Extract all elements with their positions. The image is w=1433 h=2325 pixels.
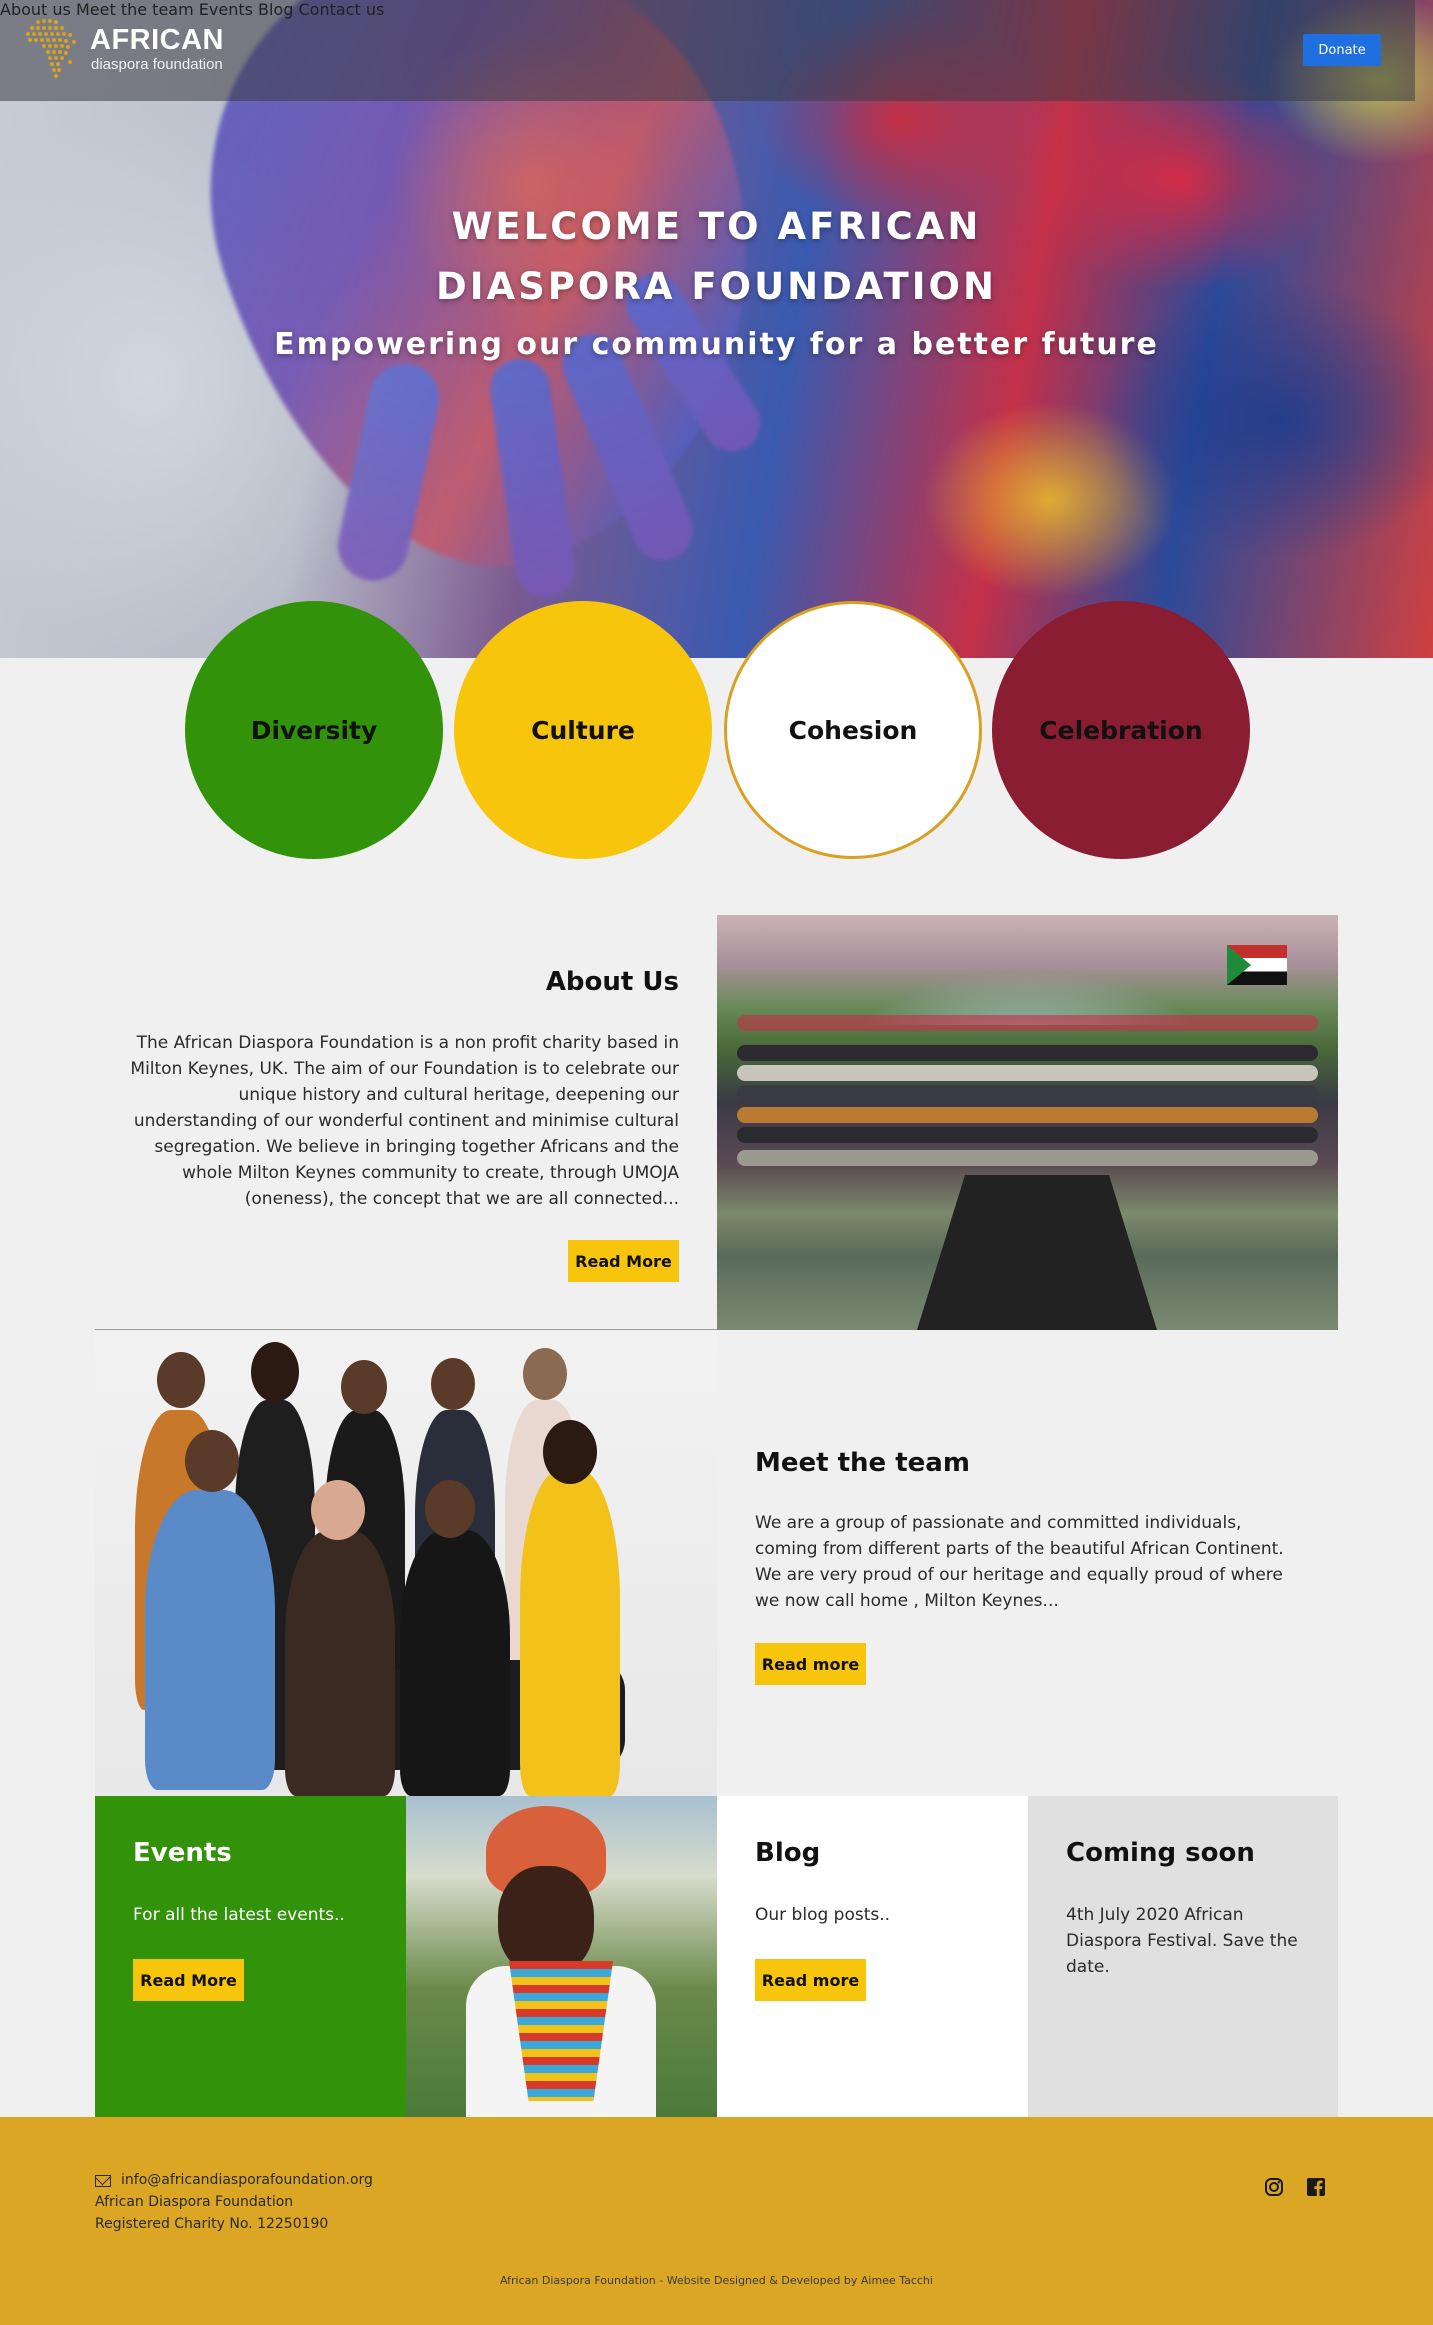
team-title: Meet the team: [755, 1448, 970, 1478]
logo-name: AFRICAN: [90, 24, 224, 56]
nav-contact-us[interactable]: Contact us: [299, 0, 385, 19]
about-section: About Us The African Diaspora Foundation…: [95, 915, 717, 1330]
about-body: The African Diaspora Foundation is a non…: [130, 1033, 679, 1209]
mail-icon: [95, 2175, 111, 2187]
footer-charity: Registered Charity No. 12250190: [95, 2216, 329, 2232]
footer: info@africandiasporafoundation.org Afric…: [0, 2117, 1433, 2325]
blog-title: Blog: [755, 1838, 821, 1868]
facebook-icon[interactable]: [1306, 2177, 1326, 2197]
value-circle-celebration: Celebration: [992, 601, 1250, 859]
hero-title-line1: WELCOME TO AFRICAN: [451, 205, 982, 248]
events-text: For all the latest events..: [133, 1905, 345, 1925]
footer-email[interactable]: info@africandiasporafoundation.org: [121, 2172, 373, 2188]
value-circle-culture: Culture: [454, 601, 712, 859]
hero-banner: AFRICAN diaspora foundation About us Mee…: [0, 0, 1433, 658]
team-section: Meet the team We are a group of passiona…: [717, 1330, 1338, 1796]
events-card: Events For all the latest events.. Read …: [95, 1796, 406, 2117]
africa-map-icon: [26, 19, 76, 78]
blog-card: Blog Our blog posts.. Read more: [717, 1796, 1028, 2117]
nav-blog[interactable]: Blog: [258, 0, 293, 19]
blog-text: Our blog posts..: [755, 1905, 891, 1925]
coming-soon-card: Coming soon 4th July 2020 African Diaspo…: [1028, 1796, 1338, 2117]
navbar: AFRICAN diaspora foundation About us Mee…: [0, 0, 1415, 101]
team-body: We are a group of passionate and committ…: [755, 1513, 1284, 1611]
coming-soon-title: Coming soon: [1066, 1838, 1255, 1868]
team-photo: [95, 1330, 717, 1796]
about-read-more-button[interactable]: Read More: [568, 1240, 679, 1282]
about-title: About Us: [545, 967, 679, 997]
team-read-more-button[interactable]: Read more: [755, 1643, 866, 1685]
events-read-more-button[interactable]: Read More: [133, 1959, 244, 2001]
flag-icon: [1227, 945, 1287, 985]
value-circle-diversity: Diversity: [185, 601, 443, 859]
coming-soon-text: 4th July 2020 African Diaspora Festival.…: [1066, 1905, 1298, 1977]
footer-org: African Diaspora Foundation: [95, 2194, 294, 2210]
instagram-icon[interactable]: [1264, 2177, 1284, 2197]
site-logo[interactable]: AFRICAN diaspora foundation: [24, 14, 224, 88]
community-event-photo: [717, 915, 1338, 1330]
donate-button[interactable]: Donate: [1303, 34, 1381, 66]
hero-title-line2: DIASPORA FOUNDATION: [436, 265, 997, 308]
events-title: Events: [133, 1838, 232, 1868]
woman-portrait-photo: [406, 1796, 717, 2117]
logo-subtitle: diaspora foundation: [91, 56, 223, 73]
footer-credit: African Diaspora Foundation - Website De…: [500, 2274, 933, 2287]
blog-read-more-button[interactable]: Read more: [755, 1959, 866, 2001]
value-circle-cohesion: Cohesion: [724, 601, 982, 859]
hero-subtitle: Empowering our community for a better fu…: [274, 327, 1159, 362]
